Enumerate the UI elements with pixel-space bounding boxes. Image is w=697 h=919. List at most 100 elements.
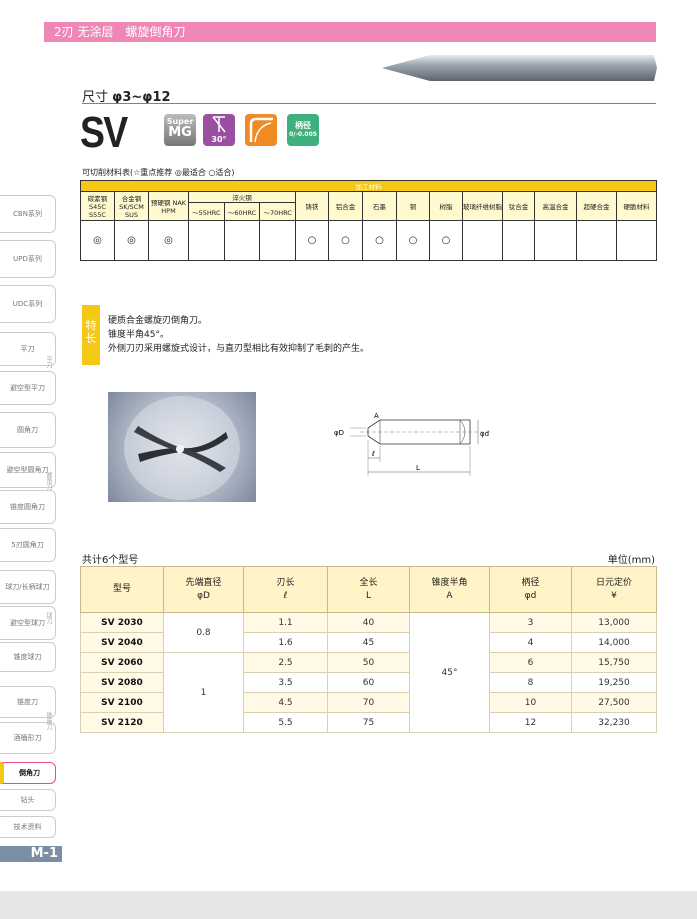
- mat-rating: [502, 220, 535, 261]
- chamfer-icon: [245, 114, 277, 146]
- mat-subcol: ～60HRC: [223, 202, 261, 221]
- sidebar-item-radius[interactable]: 圆角刀: [0, 412, 56, 448]
- col-header: 日元定价 ¥: [571, 566, 657, 613]
- sidebar-item-upd[interactable]: UPD系列: [0, 240, 56, 278]
- spec-table: 型号 先端直径 φD 刃长 ℓ 全长 L 锥度半角 A 柄径 φd 日元定价 ¥ SV 20…: [80, 566, 657, 733]
- taper-angle: 45°: [409, 612, 490, 733]
- helix-angle-badge: 30°: [203, 114, 235, 146]
- mat-rating: [616, 220, 657, 261]
- mat-rating: ○: [429, 220, 463, 261]
- label-L: L: [416, 464, 420, 472]
- sidebar-section-tag: 球刀: [45, 612, 52, 624]
- sidebar-section-tag: 锥度刀: [45, 712, 52, 730]
- mat-rating: [223, 220, 261, 261]
- flute-length: 5.5: [243, 712, 328, 733]
- mat-rating: [462, 220, 503, 261]
- mat-col: 碳素钢 S45C S55C: [80, 191, 115, 221]
- mat-col: 超硬合金: [576, 191, 617, 221]
- col-header: 全长 L: [327, 566, 410, 613]
- flute-length: 2.5: [243, 652, 328, 673]
- sidebar-item-drill[interactable]: 钻头: [0, 789, 56, 811]
- mat-col: 合金钢 SK/SCM SUS: [114, 191, 149, 221]
- flute-length: 3.5: [243, 672, 328, 693]
- mat-col: 钛合金: [502, 191, 535, 221]
- mat-rating: ○: [295, 220, 329, 261]
- shank-diameter: 12: [489, 712, 572, 733]
- sidebar-item-udc[interactable]: UDC系列: [0, 285, 56, 323]
- dimension-drawing: φD A ℓ L φd: [334, 412, 490, 476]
- mat-rating: [534, 220, 577, 261]
- overall-length: 60: [327, 672, 410, 693]
- materials-group-header: 加工材料: [80, 180, 657, 192]
- mat-rating: ◎: [148, 220, 189, 261]
- model-cell: SV 2060: [80, 652, 164, 673]
- mat-rating: ◎: [80, 220, 115, 261]
- overall-length: 75: [327, 712, 410, 733]
- tip-diameter: 0.8: [163, 612, 244, 653]
- mat-rating: [259, 220, 296, 261]
- mat-rating: [576, 220, 617, 261]
- tip-diameter: 1: [163, 652, 244, 733]
- mat-col: 铝合金: [328, 191, 363, 221]
- model-cell: SV 2120: [80, 712, 164, 733]
- divider: [82, 103, 656, 104]
- tool-end-photo: [108, 392, 256, 502]
- col-header: 型号: [80, 566, 164, 613]
- feature-line: 硬质合金螺旋刃倒角刀。: [108, 316, 208, 326]
- materials-title: 可切削材料表(☆重点推荐 ◎最适合 ○适合): [82, 168, 235, 177]
- sidebar-item-relief-flat[interactable]: 避空型平刀: [0, 371, 56, 405]
- sidebar-item-5flute-radius[interactable]: 5刃圆角刀: [0, 528, 56, 562]
- overall-length: 45: [327, 632, 410, 653]
- sidebar-item-chamfer[interactable]: 倒角刀: [0, 762, 56, 784]
- sidebar-item-cbn[interactable]: CBN系列: [0, 195, 56, 233]
- super-mg-badge: Super MG: [164, 114, 196, 146]
- mat-col: 树脂: [429, 191, 463, 221]
- unit-label: 单位(mm): [607, 555, 655, 566]
- col-header: 先端直径 φD: [163, 566, 244, 613]
- shank-tolerance-badge: 柄径 0/-0.005: [287, 114, 319, 146]
- page-number: M-1: [0, 846, 62, 862]
- feature-line: 锥度半角45°。: [108, 330, 169, 340]
- mat-col: 石墨: [362, 191, 397, 221]
- materials-table: 加工材料 碳素钢 S45C S55C 合金钢 SK/SCM SUS 预硬钢 NA…: [80, 180, 657, 261]
- sidebar-item-taper-ball[interactable]: 锥度球刀: [0, 642, 56, 672]
- overall-length: 50: [327, 652, 410, 673]
- mat-col: 预硬钢 NAK HPM: [148, 191, 189, 221]
- mat-rating: ○: [396, 220, 430, 261]
- sidebar-section-tag: 圆角刀: [45, 472, 52, 490]
- flute-length: 1.6: [243, 632, 328, 653]
- mat-subcol: ～55HRC: [188, 202, 225, 221]
- mat-col: 玻璃纤维树脂: [462, 191, 503, 221]
- features-list: 硬质合金螺旋刃倒角刀。 锥度半角45°。 外侧刀刃采用螺旋式设计，与直刃型相比有…: [108, 314, 369, 356]
- shank-diameter: 4: [489, 632, 572, 653]
- label-phi-d: φd: [480, 430, 489, 438]
- model-cell: SV 2080: [80, 672, 164, 693]
- shank-diameter: 10: [489, 692, 572, 713]
- tool-image: [382, 55, 657, 81]
- mat-rating: [188, 220, 225, 261]
- price: 15,750: [571, 652, 657, 673]
- price: 32,230: [571, 712, 657, 733]
- mat-col: 铜: [396, 191, 430, 221]
- col-header: 锥度半角 A: [409, 566, 490, 613]
- model-name: SV: [80, 108, 128, 157]
- model-cell: SV 2040: [80, 632, 164, 653]
- model-cell: SV 2100: [80, 692, 164, 713]
- sidebar-item-taper-radius[interactable]: 锥度圆角刀: [0, 490, 56, 524]
- price: 27,500: [571, 692, 657, 713]
- shank-diameter: 6: [489, 652, 572, 673]
- sidebar-item-technical[interactable]: 技术资料: [0, 816, 56, 838]
- flute-length: 1.1: [243, 612, 328, 633]
- price: 13,000: [571, 612, 657, 633]
- mat-col: 铸铁: [295, 191, 329, 221]
- sidebar-item-ball[interactable]: 球刀/长柄球刀: [0, 570, 56, 604]
- flute-length: 4.5: [243, 692, 328, 713]
- shank-diameter: 8: [489, 672, 572, 693]
- mat-rating: ○: [362, 220, 397, 261]
- col-header: 刃长 ℓ: [243, 566, 328, 613]
- sidebar-section-tag: 平刀: [45, 356, 52, 368]
- overall-length: 70: [327, 692, 410, 713]
- mat-rating: ○: [328, 220, 363, 261]
- mat-subcol: ～70HRC: [259, 202, 296, 221]
- model-count: 共计6个型号: [82, 555, 139, 566]
